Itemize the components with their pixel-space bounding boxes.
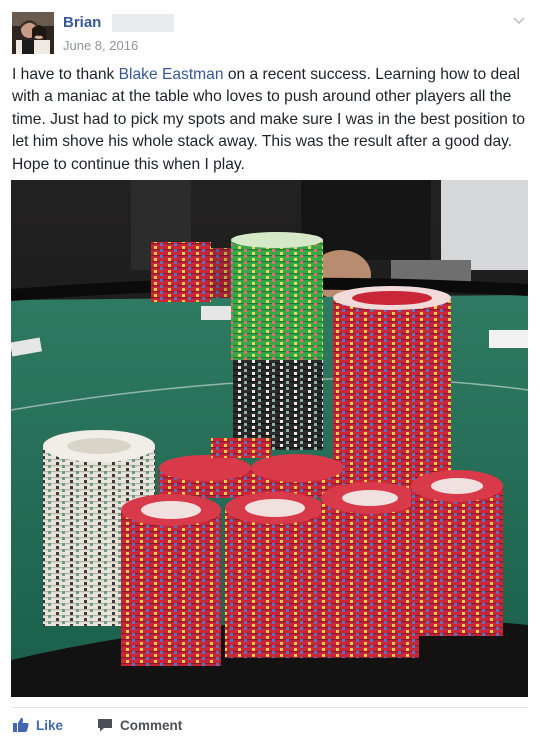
post-text-start: I have to thank bbox=[12, 66, 119, 83]
mention-link[interactable]: Blake Eastman bbox=[119, 66, 224, 83]
poker-chips-image bbox=[11, 180, 528, 697]
post-photo[interactable] bbox=[11, 180, 528, 697]
redacted-surname bbox=[112, 14, 174, 32]
author-name[interactable]: Brian bbox=[63, 14, 101, 31]
facebook-post: Brian June 8, 2016 I have to thank Blake… bbox=[0, 0, 540, 740]
post-actions: Like Comment bbox=[12, 712, 528, 740]
post-text: I have to thank Blake Eastman on a recen… bbox=[12, 64, 528, 176]
avatar[interactable] bbox=[12, 12, 54, 54]
comment-button[interactable]: Comment bbox=[96, 716, 182, 734]
post-header: Brian June 8, 2016 bbox=[12, 12, 528, 56]
like-button[interactable]: Like bbox=[12, 716, 63, 734]
like-label: Like bbox=[36, 717, 64, 733]
speech-bubble-icon bbox=[96, 716, 114, 734]
post-date[interactable]: June 8, 2016 bbox=[63, 38, 138, 53]
actions-divider bbox=[12, 707, 528, 708]
comment-label: Comment bbox=[120, 717, 183, 733]
chevron-down-icon[interactable] bbox=[510, 12, 528, 30]
thumbs-up-icon bbox=[12, 716, 30, 734]
